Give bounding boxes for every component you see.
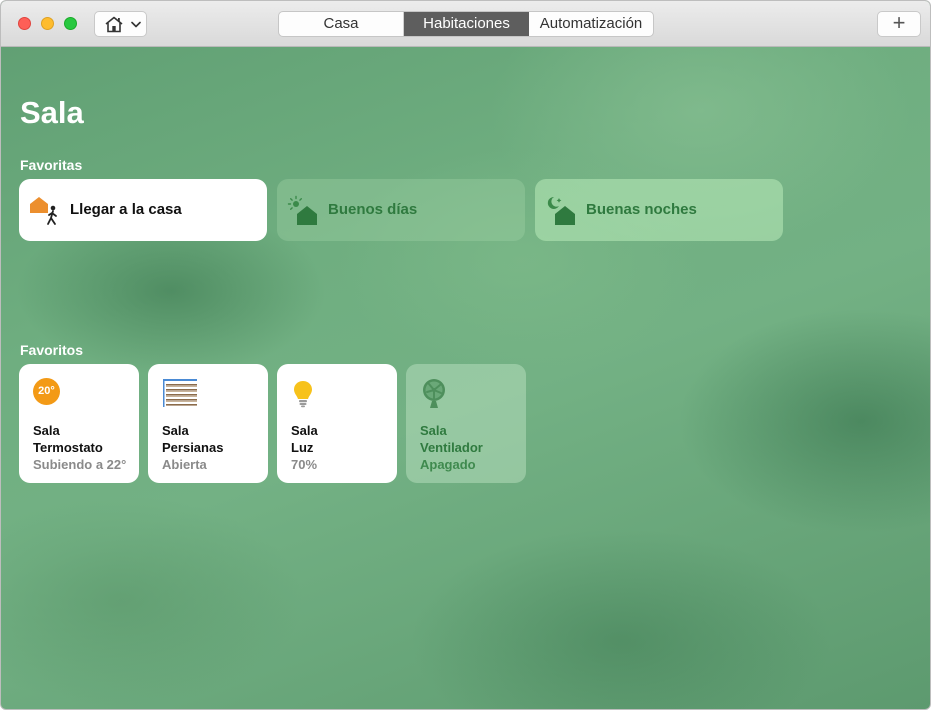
accessory-light[interactable]: Sala Luz 70%	[277, 364, 397, 483]
home-menu-button[interactable]	[94, 11, 147, 37]
thermostat-icon: 20°	[33, 378, 60, 405]
add-button[interactable]: +	[877, 11, 921, 37]
good-morning-icon	[287, 195, 317, 225]
accessory-fan[interactable]: Sala Ventilador Apagado	[406, 364, 526, 483]
accessory-status: Apagado	[420, 457, 476, 472]
arrive-home-icon	[30, 197, 57, 225]
accessory-name: Luz	[291, 440, 314, 455]
scene-buenas-noches[interactable]: Buenas noches	[535, 179, 783, 241]
view-tabs: Casa Habitaciones Automatización	[278, 11, 654, 37]
tab-habitaciones[interactable]: Habitaciones	[404, 12, 529, 36]
accessory-status: 70%	[291, 457, 318, 472]
scene-label: Buenos días	[328, 201, 418, 218]
accessory-name: Termostato	[33, 440, 103, 455]
favorite-scenes-label: Favoritas	[20, 157, 83, 173]
chevron-down-icon	[131, 21, 141, 28]
fan-icon	[423, 379, 445, 408]
accessory-blinds[interactable]: Sala Persianas Abierta	[148, 364, 268, 483]
accessory-room: Sala	[420, 423, 447, 438]
favorite-accessories-label: Favoritos	[20, 342, 84, 358]
close-window-button[interactable]	[18, 17, 31, 30]
accessory-room: Sala	[33, 423, 60, 438]
scene-buenos-dias[interactable]: Buenos días	[277, 179, 525, 241]
scene-llegar-a-la-casa[interactable]: Llegar a la casa	[19, 179, 267, 241]
accessory-name: Persianas	[162, 440, 224, 455]
accessory-status: Abierta	[162, 457, 207, 472]
accessory-thermostat[interactable]: 20° Sala Termostato Subiendo a 22°	[19, 364, 139, 483]
lightbulb-icon	[294, 381, 312, 408]
good-night-icon	[547, 196, 575, 225]
zoom-window-button[interactable]	[64, 17, 77, 30]
scene-label: Llegar a la casa	[70, 201, 182, 218]
accessory-room: Sala	[291, 423, 318, 438]
home-app-window: Casa Habitaciones Automatización + Sala …	[0, 0, 931, 710]
scene-label: Buenas noches	[586, 201, 697, 218]
room-title: Sala	[20, 95, 84, 130]
house-icon	[105, 16, 123, 33]
minimize-window-button[interactable]	[41, 17, 54, 30]
blinds-icon	[163, 379, 197, 407]
accessory-room: Sala	[162, 423, 189, 438]
title-bar: Casa Habitaciones Automatización +	[1, 1, 930, 47]
tab-automatizacion[interactable]: Automatización	[529, 12, 653, 36]
accessory-name: Ventilador	[420, 440, 483, 455]
tab-casa[interactable]: Casa	[279, 12, 404, 36]
accessory-status: Subiendo a 22°	[33, 457, 127, 472]
